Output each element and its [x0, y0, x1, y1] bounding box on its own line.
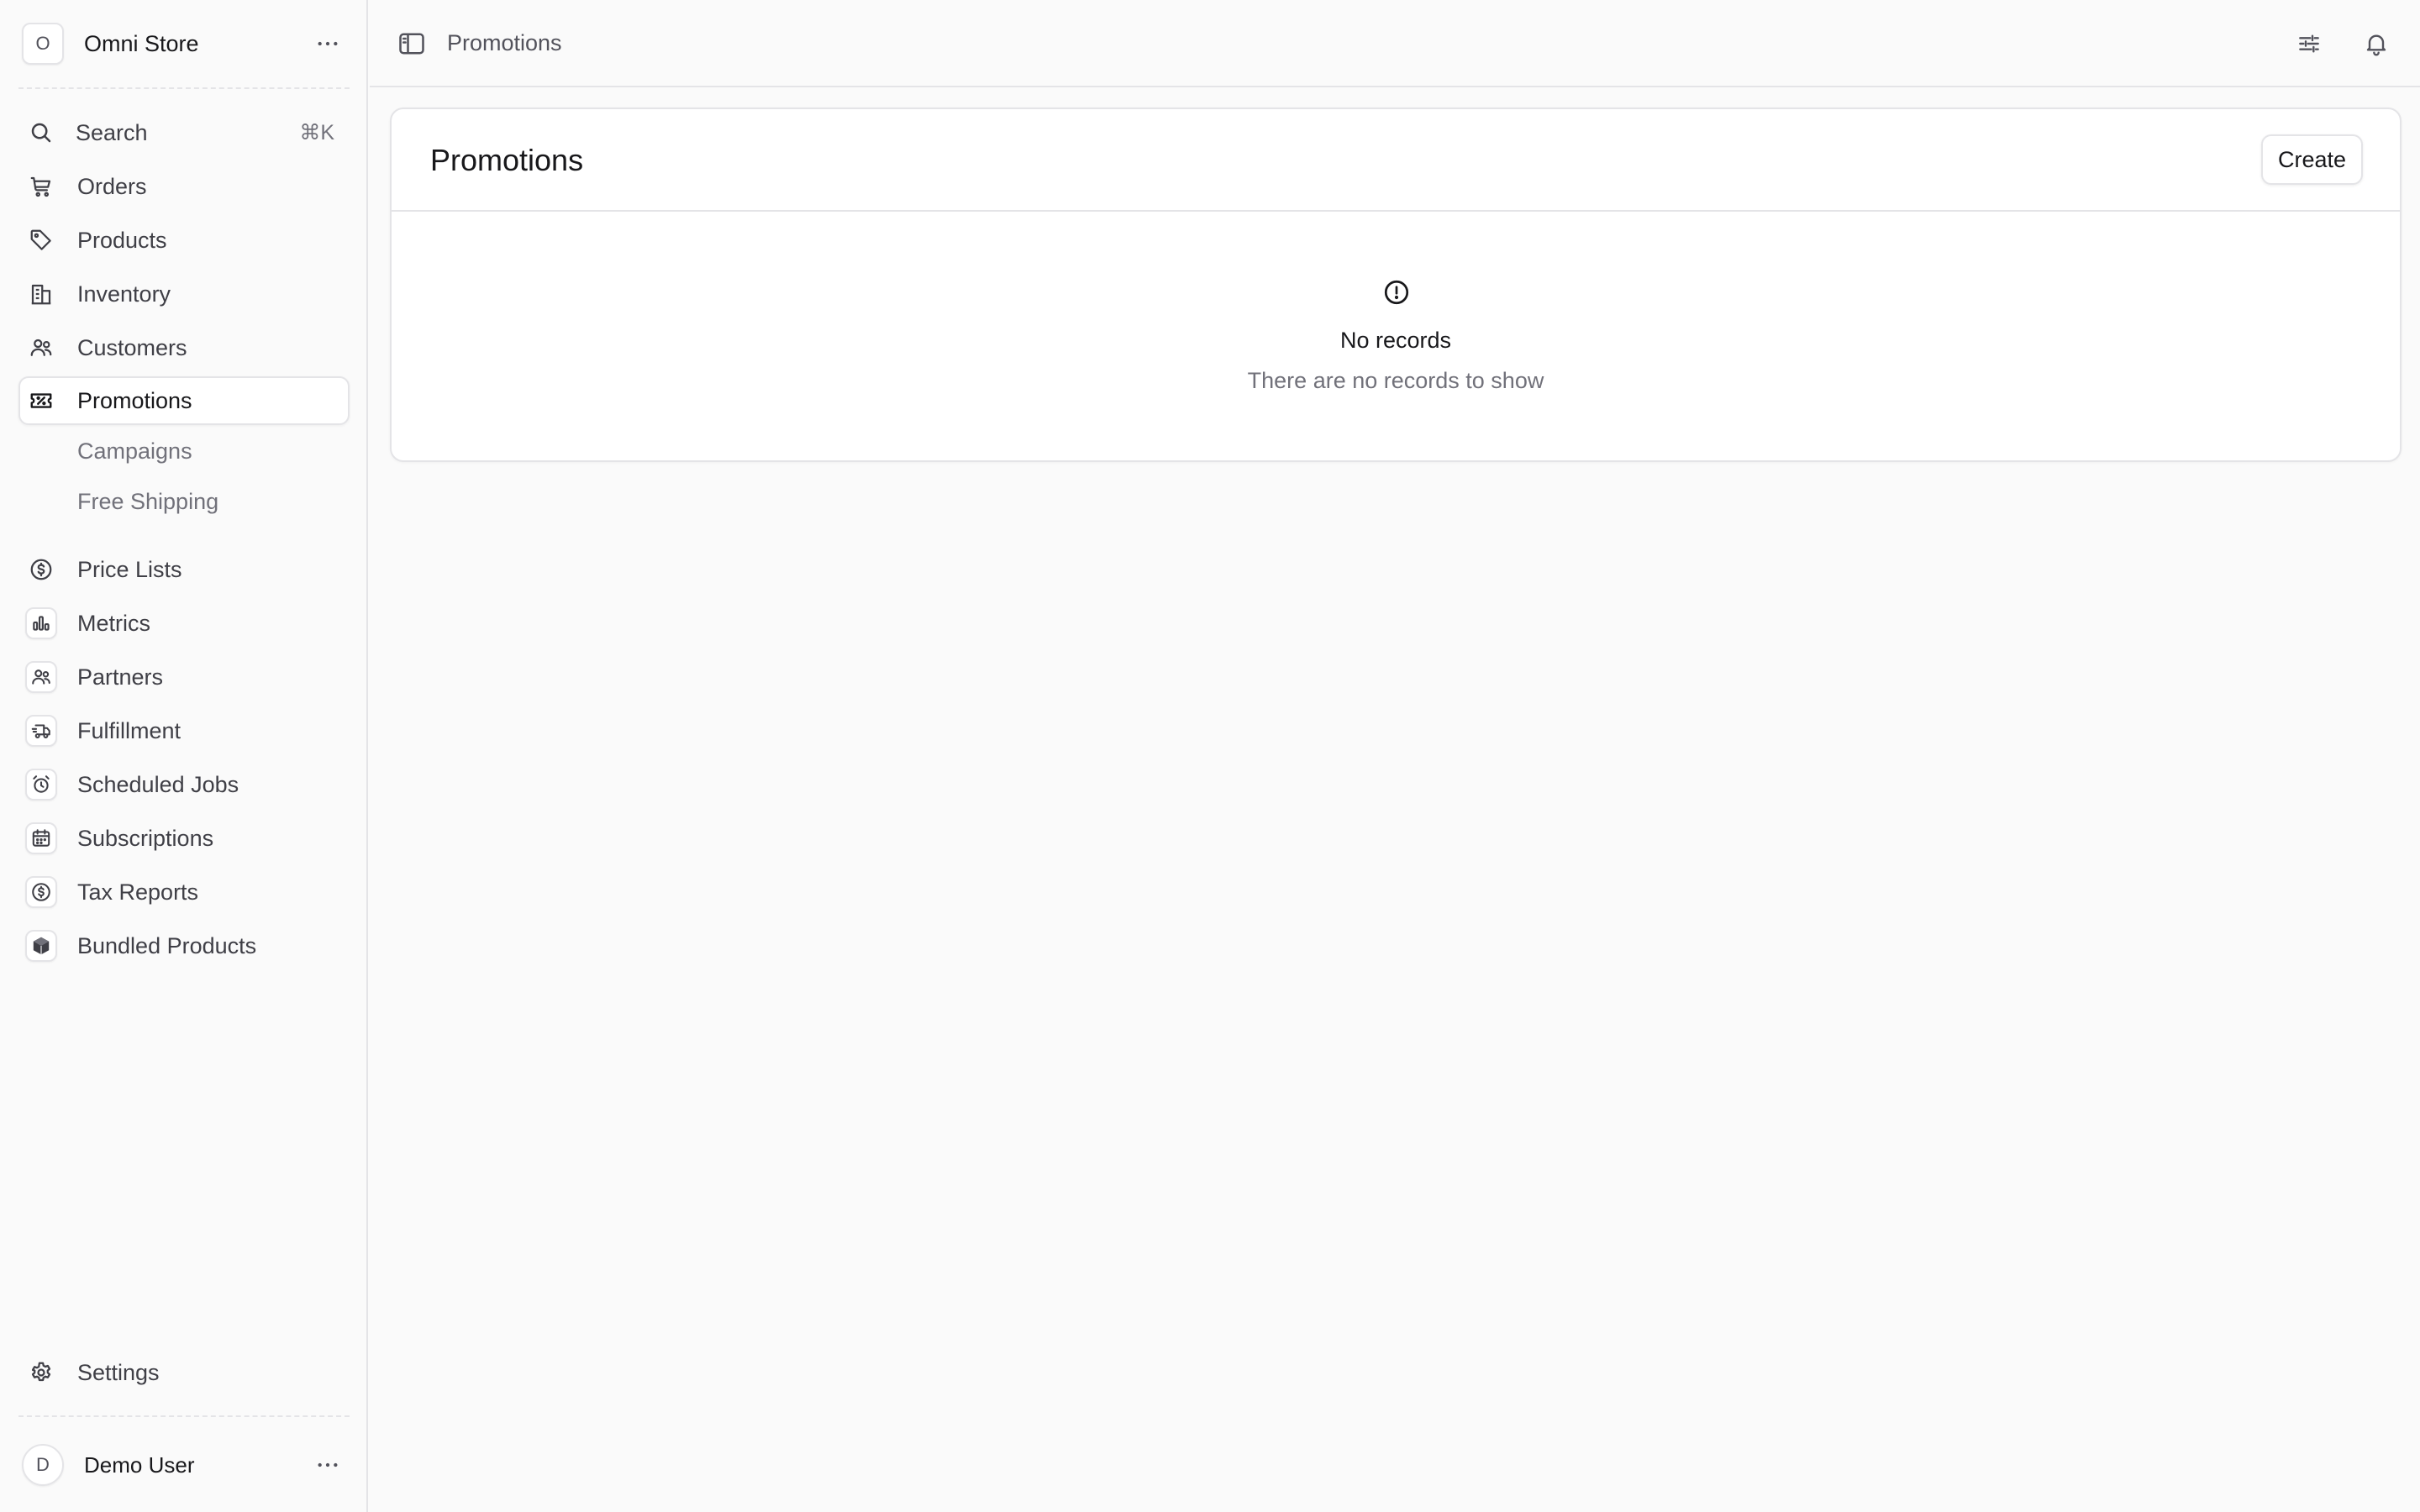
- sidebar-toggle-icon[interactable]: [397, 29, 427, 59]
- sidebar-item-label: Metrics: [77, 610, 150, 636]
- sidebar-item-label: Scheduled Jobs: [77, 771, 239, 797]
- truck-fast-icon: [25, 715, 57, 747]
- users-icon: [25, 661, 57, 693]
- sidebar-item-label: Fulfillment: [77, 717, 182, 743]
- sidebar-item-metrics[interactable]: Metrics: [18, 599, 350, 648]
- user-menu-icon[interactable]: [309, 1446, 346, 1483]
- receipt-percent-icon: [25, 385, 57, 417]
- sidebar-item-inventory[interactable]: Inventory: [18, 270, 350, 318]
- sidebar-item-label: Products: [77, 227, 167, 253]
- user-menu[interactable]: D Demo User: [22, 1443, 346, 1487]
- adjustments-icon[interactable]: [2292, 27, 2326, 60]
- topbar: Promotions: [370, 0, 2420, 87]
- card-header: Promotions Create: [392, 109, 2400, 212]
- store-menu-icon[interactable]: [309, 25, 346, 62]
- store-avatar: O: [22, 23, 64, 65]
- sidebar-item-promotions[interactable]: Promotions: [18, 376, 350, 425]
- sidebar-item-settings[interactable]: Settings: [18, 1348, 350, 1397]
- building-icon: [25, 278, 57, 310]
- sidebar-item-label: Settings: [77, 1359, 160, 1385]
- sidebar-item-label: Orders: [77, 173, 147, 199]
- sidebar-item-orders[interactable]: Orders: [18, 162, 350, 211]
- store-name: Omni Store: [84, 30, 199, 56]
- sidebar-item-label: Subscriptions: [77, 825, 214, 851]
- search-item[interactable]: Search ⌘K: [18, 108, 350, 157]
- sidebar-item-customers[interactable]: Customers: [18, 323, 350, 372]
- bell-icon[interactable]: [2360, 27, 2393, 60]
- sidebar-item-products[interactable]: Products: [18, 216, 350, 265]
- avatar: D: [22, 1444, 64, 1486]
- shopping-cart-icon: [25, 171, 57, 202]
- calendar-icon: [25, 822, 57, 854]
- sidebar-subitem-free-shipping[interactable]: Free Shipping: [77, 489, 218, 515]
- tag-icon: [25, 224, 57, 256]
- sidebar-item-label: Tax Reports: [77, 879, 199, 905]
- page-title: Promotions: [430, 143, 584, 177]
- sidebar-item-tax-reports[interactable]: Tax Reports: [18, 868, 350, 916]
- alarm-clock-icon: [25, 769, 57, 801]
- sidebar-item-bundled-products[interactable]: Bundled Products: [18, 921, 350, 970]
- sidebar-item-label: Bundled Products: [77, 932, 257, 958]
- sidebar-item-subscriptions[interactable]: Subscriptions: [18, 814, 350, 863]
- create-button[interactable]: Create: [2260, 134, 2363, 185]
- app: O Omni Store Search ⌘K Orders Products I…: [0, 0, 2420, 1512]
- divider: [18, 87, 350, 89]
- sidebar-item-label: Partners: [77, 664, 164, 690]
- exclamation-circle-icon: [1381, 277, 1412, 307]
- sidebar-item-label: Customers: [77, 334, 187, 360]
- sidebar-item-partners[interactable]: Partners: [18, 653, 350, 701]
- empty-state-subtitle: There are no records to show: [1247, 368, 1544, 393]
- sidebar-item-price-lists[interactable]: Price Lists: [18, 545, 350, 594]
- cube-icon: [25, 930, 57, 962]
- users-icon: [25, 332, 57, 364]
- divider: [18, 1415, 350, 1417]
- sidebar: O Omni Store Search ⌘K Orders Products I…: [0, 0, 368, 1512]
- sidebar-item-label: Inventory: [77, 281, 171, 307]
- sidebar-item-scheduled-jobs[interactable]: Scheduled Jobs: [18, 760, 350, 809]
- promotions-card: Promotions Create No records There are n…: [390, 108, 2402, 462]
- sidebar-item-label: Promotions: [77, 387, 192, 413]
- sidebar-subitem-campaigns[interactable]: Campaigns: [77, 438, 192, 465]
- empty-state-title: No records: [1339, 328, 1452, 353]
- bar-chart-icon: [25, 607, 57, 639]
- search-icon: [25, 117, 57, 149]
- currency-dollar-icon: [25, 876, 57, 908]
- currency-dollar-icon: [25, 554, 57, 585]
- breadcrumb[interactable]: Promotions: [447, 30, 562, 56]
- gear-icon: [25, 1357, 57, 1389]
- sidebar-item-label: Price Lists: [77, 556, 182, 582]
- store-switcher[interactable]: O Omni Store: [22, 22, 346, 66]
- user-name: Demo User: [84, 1452, 195, 1478]
- search-shortcut: ⌘K: [299, 121, 334, 144]
- sidebar-item-fulfillment[interactable]: Fulfillment: [18, 706, 350, 755]
- search-label: Search: [76, 119, 148, 145]
